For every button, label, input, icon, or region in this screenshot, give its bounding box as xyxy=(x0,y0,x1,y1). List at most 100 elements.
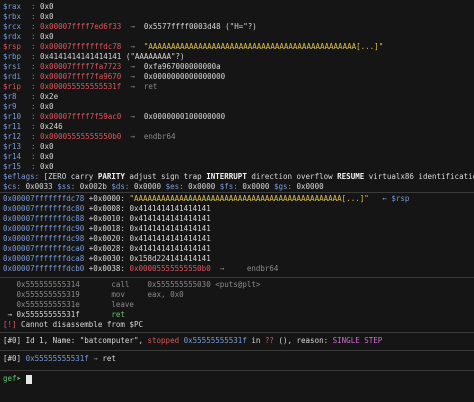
colon: : xyxy=(31,162,41,171)
register-row: $r11: 0x246 xyxy=(3,122,63,132)
stack-value: 0x4141414141414141 xyxy=(129,234,211,243)
colon: : xyxy=(31,72,41,81)
trace-addr: 0x55555555531f xyxy=(25,354,89,363)
stack-offset: +0x0008: xyxy=(84,204,130,213)
stack-address: 0x00007fffffffdcb0 xyxy=(3,264,85,273)
segment-part: 0x0000 xyxy=(183,182,220,191)
error-tag: [!] xyxy=(3,320,17,329)
eflags-row: $eflags: [ZERO carry PARITY adjust sign … xyxy=(3,172,474,182)
colon: : xyxy=(31,2,41,11)
register-name: $r11 xyxy=(3,122,22,131)
eflags-label: $eflags: xyxy=(3,172,44,181)
terminal-window: $rax: 0x0 $rbx: 0x0 $rcx: 0x00007ffff7ed6f… xyxy=(0,0,474,402)
register-row: $r14: 0x0 xyxy=(3,152,54,162)
register-name: $r9 xyxy=(3,102,17,111)
arrow: → xyxy=(88,354,103,363)
segment-part: 0x0000 xyxy=(292,182,324,191)
stack-address: 0x00007fffffffdc98 xyxy=(3,234,85,243)
colon: : xyxy=(31,152,41,161)
register-name: $rsp xyxy=(3,42,22,51)
register-row: $rcx: 0x00007ffff7ed6f33 → 0x5577ffff000… xyxy=(3,22,257,32)
register-row: $r13: 0x0 xyxy=(3,142,54,152)
register-deref: endbr64 xyxy=(143,132,176,141)
stack-offset: +0x0000: xyxy=(84,194,130,203)
stack-address: 0x00007fffffffdc90 xyxy=(3,224,85,233)
code-row: 0x55555555531e leave xyxy=(3,300,148,310)
stack-offset: +0x0018: xyxy=(84,224,130,233)
stack-offset: +0x0038: xyxy=(84,264,130,273)
register-row: $r9: 0x0 xyxy=(3,102,54,112)
section-divider xyxy=(0,350,474,351)
register-value: 0x0 xyxy=(40,102,54,111)
stack-value: "AAAAAAAAAAAAAAAAAAAAAAAAAAAAAAAAAAAAAAA… xyxy=(129,194,369,203)
segment-part: $ds: xyxy=(111,182,130,191)
stack-address: 0x00007fffffffdca8 xyxy=(3,254,85,263)
register-row: $rsi: 0x00007ffff7fa7723 → 0xfa967000000… xyxy=(3,62,221,72)
register-deref: 0x5577ffff0003d48 ("H="?) xyxy=(143,22,257,31)
arrow: → xyxy=(210,264,234,273)
register-name: $r10 xyxy=(3,112,22,121)
colon: : xyxy=(31,62,41,71)
register-name: $rip xyxy=(3,82,22,91)
register-name: $r15 xyxy=(3,162,22,171)
segment-part: $es: xyxy=(165,182,184,191)
segment-part: 0x002b xyxy=(75,182,112,191)
text-cursor[interactable] xyxy=(25,374,32,384)
stack-row: 0x00007fffffffdca8 +0x0030: 0x158d224141… xyxy=(3,254,211,264)
stack-offset: +0x0030: xyxy=(84,254,130,263)
colon: : xyxy=(31,112,41,121)
register-value: 0x246 xyxy=(40,122,63,131)
disasm-error: [!] Cannot disassemble from $PC xyxy=(3,320,143,330)
code-opcode: mov xyxy=(111,290,148,299)
trace-row: [#0] 0x55555555531f → ret xyxy=(3,354,116,364)
register-name: $rsi xyxy=(3,62,22,71)
flag-set: RESUME xyxy=(337,172,365,181)
stack-value: 0x4141414141414141 xyxy=(129,204,211,213)
colon: : xyxy=(31,32,41,41)
segment-part: 0x0000 xyxy=(237,182,274,191)
register-name: $rdi xyxy=(3,72,22,81)
segment-part: $ss: xyxy=(57,182,76,191)
register-value: 0x00007ffff7ed6f33 xyxy=(40,22,122,31)
flag-text: direction overflow xyxy=(246,172,338,181)
colon: : xyxy=(31,22,41,31)
pad xyxy=(80,290,112,299)
pad xyxy=(80,300,112,309)
prompt-row[interactable]: gef➤ xyxy=(3,374,32,384)
stack-tag: ← $rsp xyxy=(368,194,410,203)
colon: : xyxy=(31,102,41,111)
register-row: $r10: 0x00007ffff7f59ac0 → 0x00000001000… xyxy=(3,112,225,122)
stack-row: 0x00007fffffffdc80 +0x0008: 0x4141414141… xyxy=(3,204,211,214)
arrow: → xyxy=(121,82,144,91)
code-opcode: call xyxy=(111,280,148,289)
thread-fn: ?? xyxy=(264,336,274,345)
stack-row: 0x00007fffffffdc90 +0x0018: 0x4141414141… xyxy=(3,224,211,234)
colon: : xyxy=(31,122,41,131)
flag-text: virtualx86 identification] xyxy=(364,172,474,181)
colon: : xyxy=(31,52,41,61)
pad xyxy=(80,280,112,289)
stack-value: 0x4141414141414141 xyxy=(129,244,211,253)
code-address: 0x55555555531e xyxy=(3,300,80,309)
register-value: 0x00007fffffffdc78 xyxy=(40,42,122,51)
flag-set: PARITY xyxy=(97,172,125,181)
stack-tag: endbr64 xyxy=(233,264,279,273)
register-row: $rdi: 0x00007ffff7fa9670 → 0x00000000000… xyxy=(3,72,225,82)
code-opcode: leave xyxy=(111,300,148,309)
arrow: → xyxy=(121,42,144,51)
stack-offset: +0x0020: xyxy=(84,234,130,243)
register-row: $rdx: 0x0 xyxy=(3,32,54,42)
section-divider xyxy=(0,192,474,193)
code-args: eax, 0x0 xyxy=(147,290,184,299)
thread-reason: SINGLE STEP xyxy=(332,336,383,345)
register-name: $r14 xyxy=(3,152,22,161)
thread-state: stopped xyxy=(147,336,180,345)
stack-row: 0x00007fffffffdca0 +0x0028: 0x4141414141… xyxy=(3,244,211,254)
stack-address: 0x00007fffffffdca0 xyxy=(3,244,85,253)
register-deref: ret xyxy=(143,82,158,91)
stack-value: 0x4141414141414141 xyxy=(129,224,211,233)
stack-address: 0x00007fffffffdc78 xyxy=(3,194,85,203)
segment-part: 0x0000 xyxy=(129,182,166,191)
register-value: 0x2e xyxy=(40,92,59,101)
code-opcode: ret xyxy=(111,310,148,319)
